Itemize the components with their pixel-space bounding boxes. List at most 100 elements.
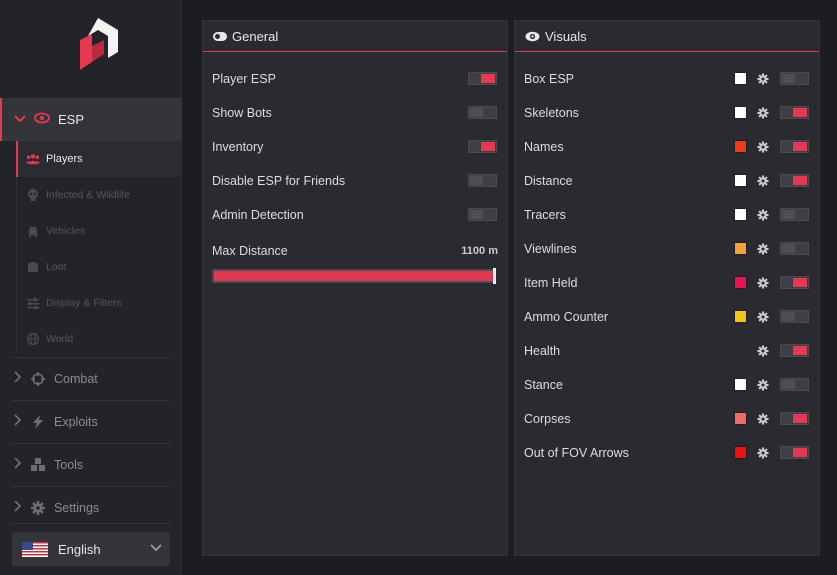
- subitem-vehicles[interactable]: Vehicles: [18, 213, 178, 249]
- max-distance-slider[interactable]: [212, 268, 496, 284]
- toggle-icon: [213, 31, 227, 41]
- color-swatch[interactable]: [734, 412, 747, 425]
- visuals-row-box-esp: Box ESP: [515, 62, 819, 96]
- toggle-knob: [470, 210, 483, 219]
- us-flag-icon: [22, 541, 48, 557]
- gear-icon[interactable]: [757, 379, 769, 391]
- visuals-row-distance: Distance: [515, 164, 819, 198]
- toggle-switch[interactable]: [468, 174, 497, 187]
- color-swatch[interactable]: [734, 174, 747, 187]
- subitem-label: Display & Filters: [46, 297, 122, 309]
- gear-icon[interactable]: [757, 175, 769, 187]
- subitem-world[interactable]: World: [18, 321, 178, 357]
- color-swatch[interactable]: [734, 446, 747, 459]
- toggle-switch[interactable]: [780, 106, 809, 119]
- subitem-loot[interactable]: Loot: [18, 249, 178, 285]
- language-select[interactable]: English: [12, 532, 170, 566]
- chevron-down-icon: [14, 112, 28, 127]
- row-label: Names: [524, 140, 564, 154]
- visuals-row-ammo-counter: Ammo Counter: [515, 300, 819, 334]
- toggle-switch[interactable]: [468, 106, 497, 119]
- toggle-switch[interactable]: [780, 276, 809, 289]
- visuals-panel: Visuals Box ESP Skeletons Names Distance Tra…: [514, 20, 820, 556]
- toggle-switch[interactable]: [780, 242, 809, 255]
- sidebar-item-esp[interactable]: ESP: [0, 98, 182, 141]
- toggle-switch[interactable]: [780, 446, 809, 459]
- color-swatch[interactable]: [734, 72, 747, 85]
- color-swatch[interactable]: [734, 276, 747, 289]
- subitem-display-filters[interactable]: Display & Filters: [18, 285, 178, 321]
- color-swatch[interactable]: [734, 378, 747, 391]
- toggle-switch[interactable]: [780, 378, 809, 391]
- visuals-row-corpses: Corpses: [515, 402, 819, 436]
- color-swatch[interactable]: [734, 140, 747, 153]
- toggle-switch[interactable]: [780, 310, 809, 323]
- car-icon: [26, 224, 40, 238]
- sidebar-item-combat[interactable]: Combat: [0, 357, 182, 400]
- general-row-disable-esp-for-friends: Disable ESP for Friends: [203, 164, 507, 198]
- visuals-row-stance: Stance: [515, 368, 819, 402]
- divider: [12, 523, 170, 524]
- color-swatch[interactable]: [734, 106, 747, 119]
- bolt-icon: [30, 414, 46, 430]
- subitem-infected-wildlife[interactable]: Infected & Wildlife: [18, 177, 178, 213]
- color-swatch[interactable]: [734, 310, 747, 323]
- toggle-knob: [793, 346, 807, 355]
- color-swatch[interactable]: [734, 208, 747, 221]
- subitem-rail: [16, 177, 17, 353]
- skull-icon: [26, 188, 40, 202]
- eye-icon: [525, 31, 540, 42]
- row-label: Player ESP: [212, 72, 276, 86]
- visuals-row-skeletons: Skeletons: [515, 96, 819, 130]
- general-row-admin-detection: Admin Detection: [203, 198, 507, 232]
- gear-icon[interactable]: [757, 447, 769, 459]
- logo: [80, 18, 118, 70]
- row-label: Health: [524, 344, 561, 358]
- row-label: Disable ESP for Friends: [212, 174, 346, 188]
- toggle-knob: [793, 108, 807, 117]
- panel-title: Visuals: [545, 28, 587, 44]
- toggle-knob: [793, 448, 807, 457]
- toggle-knob: [481, 74, 495, 83]
- row-label: Box ESP: [524, 72, 575, 86]
- subitem-players[interactable]: Players: [16, 141, 182, 177]
- toggle-switch[interactable]: [468, 72, 497, 85]
- sidebar-item-label: ESP: [58, 112, 85, 127]
- subitem-label: Loot: [46, 261, 67, 273]
- toggle-switch[interactable]: [780, 72, 809, 85]
- gear-icon[interactable]: [757, 107, 769, 119]
- subitem-label: Infected & Wildlife: [46, 189, 131, 201]
- gear-icon[interactable]: [757, 311, 769, 323]
- gear-icon[interactable]: [757, 209, 769, 221]
- toggle-switch[interactable]: [780, 140, 809, 153]
- row-label: Tracers: [524, 208, 566, 222]
- gear-icon[interactable]: [757, 413, 769, 425]
- cubes-icon: [30, 457, 46, 473]
- toggle-switch[interactable]: [468, 208, 497, 221]
- sliders-icon: [26, 296, 40, 310]
- toggle-switch[interactable]: [780, 412, 809, 425]
- sidebar-item-tools[interactable]: Tools: [0, 443, 182, 486]
- gear-icon[interactable]: [757, 73, 769, 85]
- chevron-right-icon: [12, 371, 26, 386]
- toggle-switch[interactable]: [780, 344, 809, 357]
- row-label: Item Held: [524, 276, 578, 290]
- sidebar-item-exploits[interactable]: Exploits: [0, 400, 182, 443]
- panel-title: General: [232, 28, 279, 44]
- toggle-switch[interactable]: [468, 140, 497, 153]
- gear-icon[interactable]: [757, 277, 769, 289]
- sidebar-item-label: Tools: [54, 457, 84, 472]
- toggle-switch[interactable]: [780, 174, 809, 187]
- gear-icon[interactable]: [757, 141, 769, 153]
- gear-icon[interactable]: [757, 243, 769, 255]
- toggle-switch[interactable]: [780, 208, 809, 221]
- toggle-knob: [782, 210, 795, 219]
- toggle-knob: [793, 414, 807, 423]
- general-panel: General Player ESP Show Bots Inventory Disa…: [202, 20, 508, 556]
- gear-icon[interactable]: [757, 345, 769, 357]
- crosshair-icon: [30, 371, 46, 387]
- slider-thumb[interactable]: [493, 268, 496, 284]
- eye-icon: [34, 112, 50, 127]
- visuals-row-item-held: Item Held: [515, 266, 819, 300]
- color-swatch[interactable]: [734, 242, 747, 255]
